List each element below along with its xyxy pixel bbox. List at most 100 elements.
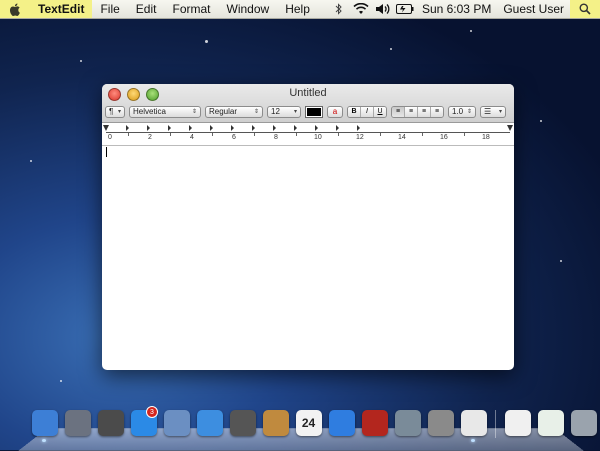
format-toolbar: ¶▾ Helvetica⇕ Regular⇕ 12▾ a B I U ≡ — [105, 104, 511, 119]
menu-file[interactable]: File — [92, 0, 127, 18]
wifi-icon[interactable] — [352, 0, 370, 18]
menu-clock[interactable]: Sun 6:03 PM — [416, 2, 497, 16]
apple-menu-icon[interactable] — [0, 0, 30, 18]
app-store-icon[interactable]: 3 — [129, 406, 158, 438]
finder-icon[interactable] — [30, 408, 59, 442]
line-spacing-popup[interactable]: 1.0 ⇕ — [448, 105, 476, 118]
ruler-number: 6 — [232, 134, 236, 141]
highlight-color-icon[interactable]: a — [327, 105, 343, 118]
tab-stop-marker[interactable] — [231, 125, 234, 131]
documents-stack-icon[interactable] — [503, 408, 532, 438]
spotlight-search-icon[interactable] — [570, 0, 600, 18]
downloads-stack-icon[interactable] — [536, 408, 565, 438]
tab-stop-marker[interactable] — [357, 125, 360, 131]
mission-control-icon[interactable] — [96, 408, 125, 438]
volume-icon[interactable] — [374, 0, 392, 18]
ruler-number: 8 — [274, 134, 278, 141]
text-color-well[interactable] — [305, 105, 323, 118]
ruler-number: 14 — [398, 134, 406, 141]
window-title: Untitled — [289, 87, 327, 99]
underline-button[interactable]: U — [374, 106, 386, 117]
font-family-popup[interactable]: Helvetica ⇕ — [129, 105, 201, 118]
photo-booth-icon-image — [361, 410, 388, 436]
iphoto-icon-image — [394, 410, 421, 436]
mail-icon[interactable] — [162, 408, 191, 438]
list-bullets-icon: ☰ — [484, 107, 492, 116]
menu-format[interactable]: Format — [164, 0, 218, 18]
documents-stack-icon-image — [504, 410, 531, 436]
tab-stop-marker[interactable] — [336, 125, 339, 131]
document-text-area[interactable] — [102, 145, 514, 370]
text-caret — [106, 147, 107, 157]
itunes-icon[interactable] — [327, 408, 356, 438]
trash-icon[interactable] — [569, 408, 598, 438]
itunes-icon-image — [328, 410, 355, 436]
ruler-number: 12 — [356, 134, 364, 141]
photo-booth-icon[interactable] — [360, 408, 389, 438]
align-justify-icon[interactable]: ≡ — [418, 106, 431, 117]
text-style-segment: B I U — [347, 105, 387, 118]
font-style-popup[interactable]: Regular ⇕ — [205, 105, 263, 118]
battery-icon[interactable] — [395, 0, 414, 18]
facetime-icon[interactable] — [228, 408, 257, 438]
contacts-icon[interactable] — [261, 408, 290, 438]
tab-stop-marker[interactable] — [315, 125, 318, 131]
calendar-icon-image: 24 — [295, 410, 322, 436]
ruler-number: 0 — [108, 134, 112, 141]
iphoto-icon[interactable] — [393, 408, 422, 438]
tab-stop-marker[interactable] — [294, 125, 297, 131]
calendar-icon[interactable]: 24 — [294, 408, 323, 438]
menu-bar: TextEdit File Edit Format Window Help Su… — [0, 0, 600, 19]
textedit-window: Untitled ¶ ▾ Helvetica ⇕ Regular ⇕ 12 ▾ a B … — [102, 84, 514, 370]
bold-button[interactable]: B — [348, 106, 361, 117]
safari-icon[interactable] — [195, 408, 224, 438]
tab-stop-marker[interactable] — [189, 125, 192, 131]
right-margin-marker[interactable] — [507, 125, 513, 131]
downloads-stack-icon-image — [537, 410, 564, 436]
line-spacing-value: 1.0 — [452, 107, 464, 116]
running-indicator — [42, 439, 46, 442]
list-bullets-popup[interactable]: ☰ ▾ — [480, 105, 506, 118]
notification-badge: 3 — [146, 406, 158, 418]
paragraph-style-label: ¶ — [109, 107, 114, 116]
italic-button[interactable]: I — [361, 106, 374, 117]
alignment-segment: ≡ ≡ ≡ ≡ — [391, 105, 444, 118]
left-margin-marker[interactable] — [103, 125, 109, 131]
menu-edit[interactable]: Edit — [128, 0, 165, 18]
dock-separator — [495, 410, 496, 438]
tab-stop-marker[interactable] — [210, 125, 213, 131]
launchpad-icon[interactable] — [63, 408, 92, 438]
system-preferences-icon[interactable] — [426, 408, 455, 438]
running-indicator — [471, 439, 475, 442]
ruler-number: 4 — [190, 134, 194, 141]
tab-stop-marker[interactable] — [147, 125, 150, 131]
launchpad-icon-image — [64, 410, 91, 436]
ruler[interactable]: 0 2 4 6 8 10 12 14 16 18 — [102, 123, 514, 146]
mission-control-icon-image — [97, 410, 124, 436]
menu-window[interactable]: Window — [219, 0, 278, 18]
menu-help[interactable]: Help — [277, 0, 318, 18]
textedit-icon-image — [460, 410, 487, 436]
align-right-icon[interactable]: ≡ — [431, 106, 443, 117]
tab-stop-marker[interactable] — [168, 125, 171, 131]
paragraph-style-popup[interactable]: ¶ ▾ — [105, 105, 125, 118]
align-center-icon[interactable]: ≡ — [405, 106, 418, 117]
tab-stop-marker[interactable] — [126, 125, 129, 131]
font-style-value: Regular — [209, 107, 238, 116]
ruler-number: 10 — [314, 134, 322, 141]
tab-stop-marker[interactable] — [273, 125, 276, 131]
font-size-combo[interactable]: 12 ▾ — [267, 105, 301, 118]
menu-user[interactable]: Guest User — [497, 2, 570, 16]
ruler-number: 16 — [440, 134, 448, 141]
font-size-value: 12 — [271, 107, 280, 116]
textedit-icon[interactable] — [459, 408, 488, 442]
finder-icon-image — [31, 410, 58, 436]
system-preferences-icon-image — [427, 410, 454, 436]
tab-stop-marker[interactable] — [252, 125, 255, 131]
status-area: Sun 6:03 PM Guest User — [328, 0, 600, 18]
menu-app-name[interactable]: TextEdit — [30, 0, 93, 18]
window-titlebar[interactable]: Untitled ¶ ▾ Helvetica ⇕ Regular ⇕ 12 ▾ a B … — [102, 84, 514, 123]
align-left-icon[interactable]: ≡ — [392, 106, 405, 117]
ruler-number: 2 — [148, 134, 152, 141]
bluetooth-icon[interactable] — [330, 0, 348, 18]
